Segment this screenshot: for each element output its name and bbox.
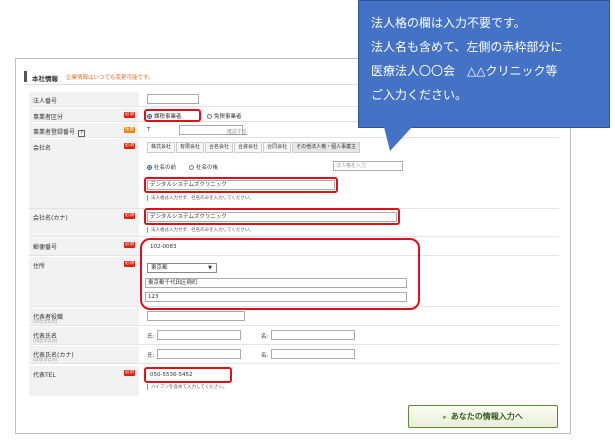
radio-off-icon xyxy=(189,165,194,170)
callout-line: 法人格の欄は入力不要です。 xyxy=(371,16,526,30)
tel-input[interactable]: 050-5536-5452 xyxy=(147,370,227,380)
label-company-name: 会社名 xyxy=(33,145,52,152)
representative-title-input[interactable] xyxy=(147,311,245,321)
required-badge: 必須 xyxy=(124,261,135,267)
arrow-right-icon: ▸ xyxy=(443,413,447,421)
company-name-kana-input[interactable]: デンタルシステムズクリニック xyxy=(147,212,397,222)
company-name-hint: 法人格は入力せず、社名のみを入力してください。 xyxy=(147,195,254,201)
radio-off-icon xyxy=(207,114,212,119)
row-company-name: 会社名 必須 株式会社 有限会社 合名会社 合資会社 合同会社 その他法人格・個… xyxy=(29,139,559,209)
optional-badge: 任意 xyxy=(124,127,135,133)
radio-on-icon xyxy=(147,114,152,119)
required-badge: 必須 xyxy=(124,370,135,376)
panel-note: 企業情報はいつでも変更可能です。 xyxy=(66,75,154,81)
row-representative-name-kana: 代表氏名(カナ) (20文字以内) 氏: 名: xyxy=(29,346,559,364)
row-postal-code: 郵便番号 必須 102-0083 xyxy=(29,238,559,256)
tab-goumei[interactable]: 合名会社 xyxy=(205,142,234,153)
street-input[interactable]: 123 xyxy=(145,292,407,302)
callout-line: ご入力ください。 xyxy=(371,88,468,102)
label-address: 住所 xyxy=(33,263,46,270)
row-representative-name: 代表氏名 (20文字以内) 氏: 名: xyxy=(29,327,559,345)
registration-prefix: T xyxy=(147,127,151,133)
verify-link[interactable]: 確認する xyxy=(227,128,247,135)
city-input[interactable]: 東京都千代田区麹町 xyxy=(145,278,407,288)
radio-before-name[interactable]: 社名の前 xyxy=(147,163,176,171)
row-address: 住所 必須 東京都 ▼ 東京都千代田区麹町 123 xyxy=(29,257,559,307)
instruction-callout: 法人格の欄は入力不要です。 法人名も含めて、左側の赤枠部分に 医療法人〇〇会 △… xyxy=(358,0,610,128)
required-badge: 必須 xyxy=(124,242,135,248)
tab-goudou[interactable]: 合同会社 xyxy=(263,142,292,153)
corporate-type-tabs: 株式会社 有限会社 合名会社 合資会社 合同会社 その他法人格・個人事業主 xyxy=(147,142,361,153)
radio-exempt[interactable]: 免税事業者 xyxy=(207,112,242,120)
tab-goushi[interactable]: 合資会社 xyxy=(234,142,263,153)
callout-tail xyxy=(384,127,412,151)
next-info-button[interactable]: ▸ あなたの情報入力へ xyxy=(408,405,558,428)
representative-mei-input[interactable] xyxy=(271,330,355,340)
radio-taxable[interactable]: 課税事業者 xyxy=(147,112,182,120)
radio-after-name[interactable]: 社名の後 xyxy=(189,163,218,171)
row-representative-title: 代表者役職 (20文字以内) xyxy=(29,308,559,326)
tab-yuugen[interactable]: 有限会社 xyxy=(176,142,205,153)
representative-sei-kana-input[interactable] xyxy=(157,349,241,359)
required-badge: 必須 xyxy=(124,143,135,149)
representative-sei-input[interactable] xyxy=(157,330,241,340)
required-badge: 必須 xyxy=(124,112,135,118)
corporate-type-input[interactable]: 法人格を入力 xyxy=(333,161,403,171)
label-company-name-kana: 会社名(カナ) xyxy=(33,215,68,222)
panel-title: 本社情報 xyxy=(32,75,58,83)
tab-kabushiki[interactable]: 株式会社 xyxy=(147,142,176,153)
help-icon[interactable]: ? xyxy=(78,130,86,137)
required-badge: 必須 xyxy=(124,213,135,219)
label-corporate-number: 法人番号 xyxy=(33,98,58,105)
radio-on-icon xyxy=(147,165,152,170)
representative-mei-kana-input[interactable] xyxy=(271,349,355,359)
label-representative-tel: 代表TEL xyxy=(33,372,56,379)
callout-line: 法人名も含めて、左側の赤枠部分に xyxy=(371,40,563,54)
label-business-type: 事業者区分 xyxy=(33,114,64,121)
corporate-number-input[interactable] xyxy=(147,94,199,104)
postal-code-input[interactable]: 102-0083 xyxy=(147,242,207,252)
tel-hint: ハイフンを含めて入力してください。 xyxy=(147,384,227,390)
company-name-input[interactable]: デンタルシステムズクリニック xyxy=(147,180,335,190)
label-postal-code: 郵便番号 xyxy=(33,244,58,251)
tab-other[interactable]: その他法人格・個人事業主 xyxy=(292,142,361,153)
label-registration-number: 事業者登録番号 xyxy=(33,129,76,136)
row-representative-tel: 代表TEL 必須 050-5536-5452 ハイフンを含めて入力してください。 xyxy=(29,366,559,396)
prefecture-select[interactable]: 東京都 ▼ xyxy=(147,263,217,273)
callout-line: 医療法人〇〇会 △△クリニック等 xyxy=(371,64,558,78)
chevron-down-icon: ▼ xyxy=(208,265,212,271)
header-bar xyxy=(24,71,27,82)
company-name-kana-hint: 法人格は入力せず、社名のみを入力してください。 xyxy=(147,227,254,233)
row-company-name-kana: 会社名(カナ) 必須 デンタルシステムズクリニック 法人格は入力せず、社名のみを… xyxy=(29,209,559,237)
